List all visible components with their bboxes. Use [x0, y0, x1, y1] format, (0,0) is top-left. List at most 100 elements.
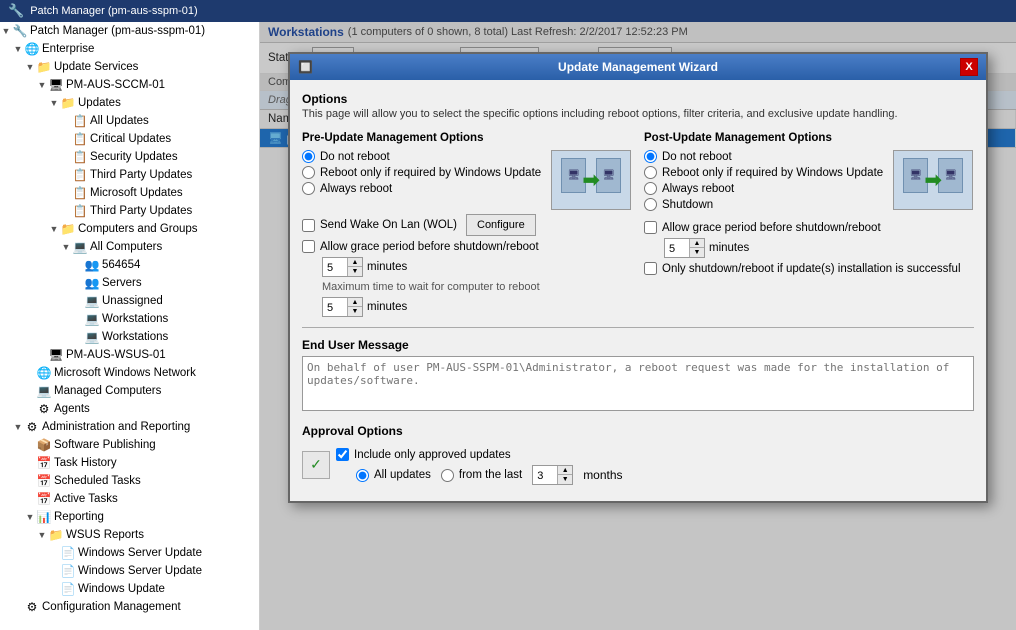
expander-updates[interactable]: ▼ — [48, 98, 60, 108]
pre-opt-if-required[interactable]: Reboot only if required by Windows Updat… — [302, 166, 541, 179]
max-wait-down[interactable]: ▼ — [348, 307, 362, 316]
sidebar-item-security-updates[interactable]: 📋Security Updates — [0, 148, 259, 166]
sidebar-label-workstations-2: Workstations — [102, 331, 168, 343]
sidebar-item-564654[interactable]: 👥564654 — [0, 256, 259, 274]
sidebar-item-windows-server-update-1[interactable]: 📄Windows Server Update — [0, 544, 259, 562]
sidebar-item-admin-reporting[interactable]: ▼⚙Administration and Reporting — [0, 418, 259, 436]
configure-button[interactable]: Configure — [466, 214, 536, 236]
post-opt-no-reboot[interactable]: Do not reboot — [644, 150, 883, 163]
post-grace-period-checkbox[interactable] — [644, 221, 657, 234]
sidebar-item-microsoft-updates[interactable]: 📋Microsoft Updates — [0, 184, 259, 202]
only-success-checkbox[interactable] — [644, 262, 657, 275]
sidebar-item-software-publishing[interactable]: 📦Software Publishing — [0, 436, 259, 454]
sidebar-item-all-updates[interactable]: 📋All Updates — [0, 112, 259, 130]
sidebar-item-windows-server-update-2[interactable]: 📄Windows Server Update — [0, 562, 259, 580]
pre-radio-always-reboot[interactable] — [302, 182, 315, 195]
sidebar-item-windows-update[interactable]: 📄Windows Update — [0, 580, 259, 598]
sidebar-item-pm-aus-sccm-01[interactable]: ▼🖥PM-AUS-SCCM-01 — [0, 76, 259, 94]
all-updates-option[interactable]: All updates — [356, 469, 431, 482]
end-user-textarea[interactable] — [302, 356, 974, 411]
post-minutes-spinner[interactable]: 5 ▲ ▼ — [664, 238, 705, 258]
months-up[interactable]: ▲ — [558, 466, 572, 475]
sidebar-label-ms-windows-network: Microsoft Windows Network — [54, 367, 196, 379]
expander-update-services[interactable]: ▼ — [24, 62, 36, 72]
sidebar-item-reporting[interactable]: ▼📊Reporting — [0, 508, 259, 526]
sidebar-item-critical-updates[interactable]: 📋Critical Updates — [0, 130, 259, 148]
sidebar-item-third-party-updates-2[interactable]: 📋Third Party Updates — [0, 202, 259, 220]
months-value: 3 — [533, 466, 557, 484]
months-spinner[interactable]: 3 ▲ ▼ — [532, 465, 573, 485]
report-folder-icon: 📁 — [48, 527, 64, 543]
app-container: 🔧 Patch Manager (pm-aus-sspm-01) ▼🔧Patch… — [0, 0, 1016, 630]
grace-period-checkbox[interactable] — [302, 240, 315, 253]
pre-minutes-spinner[interactable]: 5 ▲ ▼ — [322, 257, 363, 277]
pre-opt-always-reboot[interactable]: Always reboot — [302, 182, 541, 195]
sidebar-item-enterprise[interactable]: ▼🌐Enterprise — [0, 40, 259, 58]
wake-on-lan-checkbox[interactable] — [302, 219, 315, 232]
sidebar-item-update-services[interactable]: ▼📁Update Services — [0, 58, 259, 76]
agent-icon: ⚙ — [36, 401, 52, 417]
max-wait-up[interactable]: ▲ — [348, 298, 362, 307]
sidebar-item-task-history[interactable]: 📅Task History — [0, 454, 259, 472]
sidebar-label-windows-update: Windows Update — [78, 583, 165, 595]
sidebar-item-unassigned[interactable]: 💻Unassigned — [0, 292, 259, 310]
sidebar-item-pm-aus-wsus-01[interactable]: 🖥PM-AUS-WSUS-01 — [0, 346, 259, 364]
enterprise-icon: 🌐 — [24, 41, 40, 57]
sidebar-item-servers[interactable]: 👥Servers — [0, 274, 259, 292]
post-radio-shutdown[interactable] — [644, 198, 657, 211]
sidebar-item-managed-computers[interactable]: 💻Managed Computers — [0, 382, 259, 400]
expander-wsus-reports[interactable]: ▼ — [36, 530, 48, 540]
post-radio-if-required[interactable] — [644, 166, 657, 179]
months-down[interactable]: ▼ — [558, 475, 572, 484]
sidebar-item-agents[interactable]: ⚙Agents — [0, 400, 259, 418]
post-spinner-down[interactable]: ▼ — [690, 248, 704, 257]
pre-radio-no-reboot[interactable] — [302, 150, 315, 163]
expander-patch-manager[interactable]: ▼ — [0, 26, 12, 36]
post-grace-period-label: Allow grace period before shutdown/reboo… — [662, 222, 881, 234]
sidebar-item-updates[interactable]: ▼📁Updates — [0, 94, 259, 112]
sidebar-item-workstations-2[interactable]: 💻Workstations — [0, 328, 259, 346]
post-opt-always-reboot[interactable]: Always reboot — [644, 182, 883, 195]
sidebar-item-computers-groups[interactable]: ▼📁Computers and Groups — [0, 220, 259, 238]
modal-body: Options This page will allow you to sele… — [290, 80, 986, 501]
modal-close-button[interactable]: X — [960, 58, 978, 76]
post-opt-if-required[interactable]: Reboot only if required by Windows Updat… — [644, 166, 883, 179]
expander-all-computers[interactable]: ▼ — [60, 242, 72, 252]
content-area: Workstations (1 computers of 0 shown, 8 … — [260, 22, 1016, 630]
pre-spinner-up[interactable]: ▲ — [348, 258, 362, 267]
expander-admin-reporting[interactable]: ▼ — [12, 422, 24, 432]
expander-pm-aus-sccm-01[interactable]: ▼ — [36, 80, 48, 90]
post-opt-shutdown[interactable]: Shutdown — [644, 198, 883, 211]
sidebar-item-wsus-reports[interactable]: ▼📁WSUS Reports — [0, 526, 259, 544]
expander-enterprise[interactable]: ▼ — [12, 44, 24, 54]
sidebar-item-config-management[interactable]: ⚙Configuration Management — [0, 598, 259, 616]
sidebar-item-patch-manager[interactable]: ▼🔧Patch Manager (pm-aus-sspm-01) — [0, 22, 259, 40]
max-wait-spinner[interactable]: 5 ▲ ▼ — [322, 297, 363, 317]
pre-opt-no-reboot[interactable]: Do not reboot — [302, 150, 541, 163]
from-last-option[interactable]: from the last — [441, 469, 522, 482]
main-area: ▼🔧Patch Manager (pm-aus-sspm-01)▼🌐Enterp… — [0, 22, 1016, 630]
post-radio-no-reboot[interactable] — [644, 150, 657, 163]
expander-reporting[interactable]: ▼ — [24, 512, 36, 522]
sidebar-label-active-tasks: Active Tasks — [54, 493, 118, 505]
folder-icon: 📁 — [60, 221, 76, 237]
folder-icon: 📁 — [36, 59, 52, 75]
sidebar-label-enterprise: Enterprise — [42, 43, 94, 55]
sidebar-item-workstations[interactable]: 💻Workstations — [0, 310, 259, 328]
sidebar-item-ms-windows-network[interactable]: 🌐Microsoft Windows Network — [0, 364, 259, 382]
pre-radio-if-required[interactable] — [302, 166, 315, 179]
pre-spinner-down[interactable]: ▼ — [348, 267, 362, 276]
post-spinner-up[interactable]: ▲ — [690, 239, 704, 248]
expander-computers-groups[interactable]: ▼ — [48, 224, 60, 234]
max-wait-minutes-row: 5 ▲ ▼ minutes — [322, 297, 632, 317]
post-radio-always-reboot[interactable] — [644, 182, 657, 195]
all-updates-radio[interactable] — [356, 469, 369, 482]
include-approved-checkbox[interactable] — [336, 448, 349, 461]
sidebar-item-all-computers[interactable]: ▼💻All Computers — [0, 238, 259, 256]
pre-minutes-label: minutes — [367, 261, 407, 273]
sidebar-item-active-tasks[interactable]: 📅Active Tasks — [0, 490, 259, 508]
include-approved-row[interactable]: Include only approved updates — [336, 448, 623, 461]
from-last-radio[interactable] — [441, 469, 454, 482]
sidebar-item-scheduled-tasks[interactable]: 📅Scheduled Tasks — [0, 472, 259, 490]
sidebar-item-third-party-updates[interactable]: 📋Third Party Updates — [0, 166, 259, 184]
